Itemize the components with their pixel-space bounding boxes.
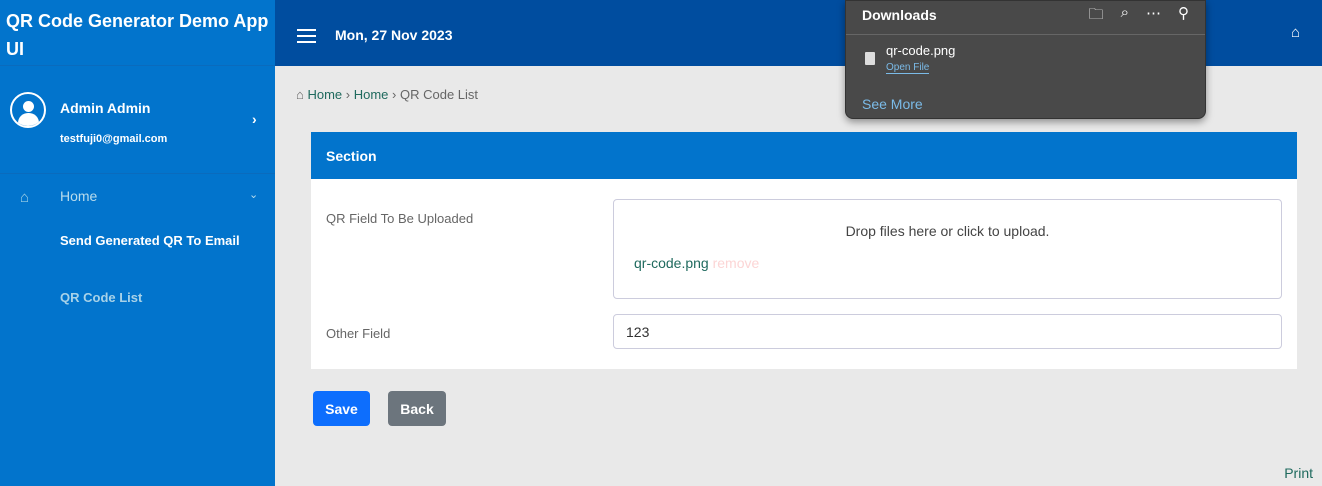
menu-icon[interactable] xyxy=(297,29,316,43)
app-brand[interactable]: QR Code Generator Demo App UI xyxy=(0,0,275,66)
breadcrumb-home[interactable]: Home xyxy=(307,87,342,102)
save-button[interactable]: Save xyxy=(313,391,370,426)
more-icon[interactable]: ⋯ xyxy=(1146,4,1161,29)
sidebar: QR Code Generator Demo App UI Admin Admi… xyxy=(0,0,275,486)
breadcrumb: ⌂ Home › Home › QR Code List xyxy=(296,87,479,102)
card-title: Section xyxy=(311,132,1297,179)
see-more-link[interactable]: See More xyxy=(862,96,923,112)
home-icon: ⌂ xyxy=(20,189,30,206)
breadcrumb-home-2[interactable]: Home xyxy=(354,87,389,102)
breadcrumb-current: QR Code List xyxy=(399,87,479,102)
chevron-down-icon: ⌄ xyxy=(249,189,259,201)
file-dropzone[interactable]: Drop files here or click to upload. qr-c… xyxy=(613,199,1282,299)
user-name: Admin Admin xyxy=(60,100,151,116)
back-button[interactable]: Back xyxy=(388,391,446,426)
sidebar-item-qr-list[interactable]: QR Code List xyxy=(60,290,142,305)
folder-icon[interactable]: 🗀 xyxy=(1089,4,1104,29)
divider xyxy=(846,34,1205,35)
downloads-panel: Downloads 🗀 ⌕ ⋯ ⚲ qr-code.png Open File … xyxy=(845,0,1206,119)
file-icon xyxy=(865,52,875,65)
uploaded-file-name: qr-code.png xyxy=(634,255,709,271)
other-field-label: Other Field xyxy=(326,326,391,341)
chevron-right-icon[interactable]: › xyxy=(252,111,257,127)
qr-field-label: QR Field To Be Uploaded xyxy=(326,211,474,226)
home-icon[interactable]: ⌂ xyxy=(1291,24,1300,41)
avatar-icon xyxy=(10,92,46,128)
dropzone-message: Drop files here or click to upload. xyxy=(845,223,1050,239)
sidebar-item-label: Home xyxy=(60,188,98,204)
open-file-link[interactable]: Open File xyxy=(886,62,930,74)
user-email: testfuji0@gmail.com xyxy=(60,133,168,145)
other-field-input[interactable] xyxy=(613,314,1282,349)
download-file-name[interactable]: qr-code.png xyxy=(886,43,955,58)
date-display: Mon, 27 Nov 2023 xyxy=(335,27,453,43)
remove-file-link[interactable]: remove xyxy=(713,255,760,271)
pin-icon[interactable]: ⚲ xyxy=(1178,4,1189,29)
print-link[interactable]: Print xyxy=(1284,465,1313,481)
sidebar-item-send-qr[interactable]: Send Generated QR To Email xyxy=(60,231,240,251)
sidebar-item-home[interactable]: ⌂ Home ⌄ xyxy=(0,176,275,220)
home-icon: ⌂ xyxy=(296,87,304,102)
downloads-title: Downloads xyxy=(862,7,937,23)
search-icon[interactable]: ⌕ xyxy=(1121,4,1129,29)
section-card: Section QR Field To Be Uploaded Drop fil… xyxy=(311,132,1297,369)
